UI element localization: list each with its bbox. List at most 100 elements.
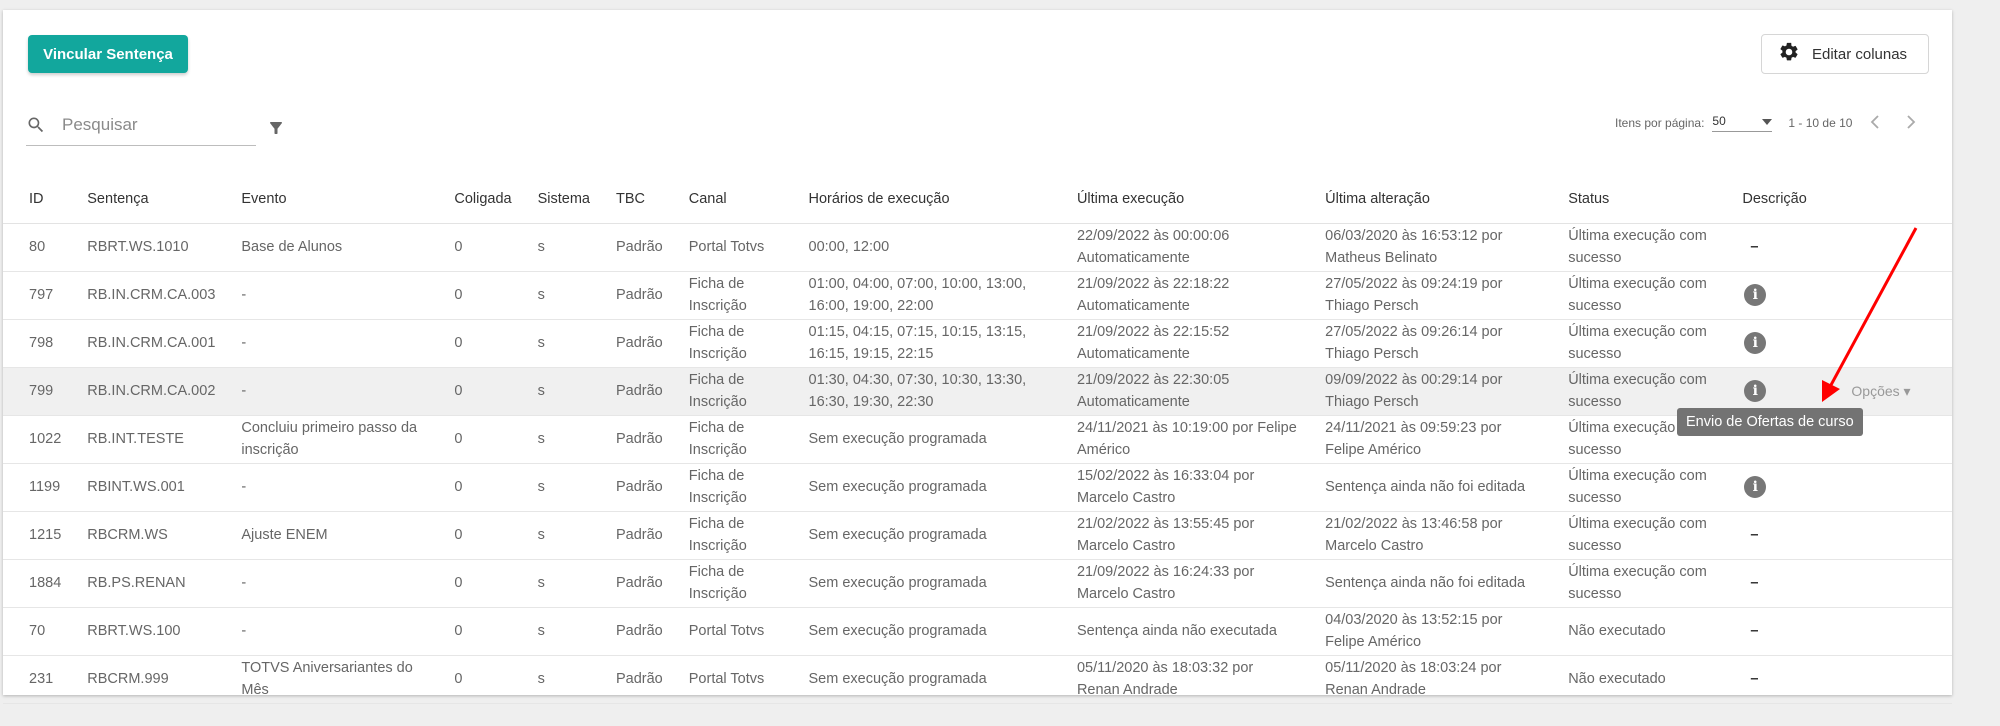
- cell-ultima-execucao: 21/09/2022 às 22:18:22 Automaticamente: [1050, 271, 1300, 320]
- info-icon[interactable]: i: [1744, 284, 1767, 306]
- cell-tbc: Padrão: [589, 271, 663, 320]
- column-header[interactable]: Descrição: [1716, 175, 1834, 224]
- cell-id: 797: [3, 271, 62, 320]
- cell-actions: [1833, 319, 1952, 368]
- cell-ultima-execucao: 21/09/2022 às 16:24:33 por Marcelo Castr…: [1050, 559, 1300, 608]
- table-row[interactable]: 1215 RBCRM.WS Ajuste ENEM 0 s Padrão Fic…: [3, 511, 1952, 560]
- search-field[interactable]: [26, 104, 256, 146]
- table-row[interactable]: 797 RB.IN.CRM.CA.003 - 0 s Padrão Ficha …: [3, 271, 1952, 320]
- cell-ultima-alteracao: 09/09/2022 às 00:29:14 por Thiago Persch: [1299, 367, 1543, 416]
- cell-ultima-alteracao: Sentença ainda não foi editada: [1299, 559, 1543, 608]
- table-row[interactable]: 1199 RBINT.WS.001 - 0 s Padrão Ficha de …: [3, 463, 1952, 512]
- cell-sentenca: RBINT.WS.001: [61, 463, 216, 512]
- page-range: 1 - 10 de 10: [1788, 116, 1853, 130]
- cell-sistema: s: [511, 511, 590, 560]
- cell-tbc: Padrão: [589, 607, 663, 656]
- cell-evento: Concluiu primeiro passo da inscrição: [215, 415, 429, 464]
- column-header[interactable]: Sentença: [61, 175, 216, 224]
- cell-id: 799: [3, 367, 62, 416]
- chevron-right-icon[interactable]: [1906, 114, 1916, 132]
- table-row[interactable]: 80 RBRT.WS.1010 Base de Alunos 0 s Padrã…: [3, 223, 1952, 272]
- table-row[interactable]: 231 RBCRM.999 TOTVS Aniversariantes do M…: [3, 655, 1952, 704]
- cell-status: Última execução com sucesso: [1542, 559, 1717, 608]
- cell-horarios: Sem execução programada: [782, 415, 1051, 464]
- cell-actions: [1833, 271, 1952, 320]
- empty-description-dash: –: [1750, 527, 1759, 543]
- sentences-table: ID Sentença Evento Coligada Sistema TBC …: [3, 175, 1952, 704]
- cell-status: Última execução com sucesso: [1542, 223, 1717, 272]
- sentences-card: Vincular Sentença Editar colunas Itens p…: [3, 10, 1952, 704]
- cell-horarios: Sem execução programada: [782, 559, 1051, 608]
- cell-evento: Base de Alunos: [215, 223, 429, 272]
- cell-coligada: 0: [428, 559, 512, 608]
- column-header[interactable]: Status: [1542, 175, 1717, 224]
- table-row[interactable]: 1022 RB.INT.TESTE Concluiu primeiro pass…: [3, 415, 1952, 464]
- cell-ultima-execucao: 21/02/2022 às 13:55:45 por Marcelo Castr…: [1050, 511, 1300, 560]
- cell-id: 80: [3, 223, 62, 272]
- search-input[interactable]: [58, 114, 248, 135]
- cell-tbc: Padrão: [589, 511, 663, 560]
- cell-sistema: s: [511, 655, 590, 704]
- cell-tbc: Padrão: [589, 367, 663, 416]
- cell-sistema: s: [511, 607, 590, 656]
- cell-sistema: s: [511, 415, 590, 464]
- cell-canal: Portal Totvs: [662, 607, 783, 656]
- column-header[interactable]: Horários de execução: [782, 175, 1051, 224]
- column-header[interactable]: Sistema: [511, 175, 590, 224]
- empty-description-dash: –: [1750, 575, 1759, 591]
- cell-tbc: Padrão: [589, 463, 663, 512]
- table-row-hovered[interactable]: 799 RB.IN.CRM.CA.002 - 0 s Padrão Ficha …: [3, 367, 1952, 416]
- cell-status: Não executado: [1542, 655, 1717, 704]
- column-header[interactable]: Última alteração: [1299, 175, 1543, 224]
- cell-descricao: –: [1716, 559, 1834, 608]
- filter-icon[interactable]: [267, 119, 285, 142]
- link-sentence-button[interactable]: Vincular Sentença: [28, 35, 188, 73]
- edit-columns-label: Editar colunas: [1812, 45, 1908, 63]
- cell-horarios: 01:30, 04:30, 07:30, 10:30, 13:30, 16:30…: [782, 367, 1051, 416]
- table-row[interactable]: 1884 RB.PS.RENAN - 0 s Padrão Ficha de I…: [3, 559, 1952, 608]
- cell-actions: [1833, 463, 1952, 512]
- column-header[interactable]: TBC: [589, 175, 663, 224]
- cell-actions: [1833, 511, 1952, 560]
- cell-ultima-execucao: 21/09/2022 às 22:30:05 Automaticamente: [1050, 367, 1300, 416]
- column-header[interactable]: Evento: [215, 175, 429, 224]
- cell-id: 1884: [3, 559, 62, 608]
- cell-actions: [1833, 223, 1952, 272]
- table-row[interactable]: 70 RBRT.WS.100 - 0 s Padrão Portal Totvs…: [3, 607, 1952, 656]
- info-icon[interactable]: i: [1744, 380, 1767, 402]
- cell-evento: -: [215, 607, 429, 656]
- empty-description-dash: –: [1750, 623, 1759, 639]
- table-row[interactable]: 798 RB.IN.CRM.CA.001 - 0 s Padrão Ficha …: [3, 319, 1952, 368]
- cell-coligada: 0: [428, 655, 512, 704]
- cell-evento: TOTVS Aniversariantes do Mês: [215, 655, 429, 704]
- cell-canal: Ficha de Inscrição: [662, 367, 783, 416]
- info-icon[interactable]: i: [1744, 476, 1767, 498]
- column-header[interactable]: Coligada: [428, 175, 512, 224]
- cell-ultima-alteracao: 06/03/2020 às 16:53:12 por Matheus Belin…: [1299, 223, 1543, 272]
- gear-icon: [1778, 41, 1800, 67]
- cell-tbc: Padrão: [589, 559, 663, 608]
- cell-sistema: s: [511, 319, 590, 368]
- cell-canal: Portal Totvs: [662, 655, 783, 704]
- options-menu[interactable]: Opções ▾: [1851, 383, 1910, 399]
- column-header[interactable]: Última execução: [1050, 175, 1300, 224]
- cell-ultima-execucao: 24/11/2021 às 10:19:00 por Felipe Améric…: [1050, 415, 1300, 464]
- cell-sistema: s: [511, 463, 590, 512]
- chevron-left-icon[interactable]: [1870, 114, 1880, 132]
- cell-ultima-execucao: 05/11/2020 às 18:03:32 por Renan Andrade: [1050, 655, 1300, 704]
- edit-columns-button[interactable]: Editar colunas: [1761, 34, 1929, 74]
- cell-sentenca: RB.IN.CRM.CA.002: [61, 367, 216, 416]
- cell-sentenca: RBRT.WS.1010: [61, 223, 216, 272]
- items-per-page-value: 50: [1712, 114, 1726, 128]
- column-header[interactable]: Canal: [662, 175, 783, 224]
- cell-descricao: i: [1716, 463, 1834, 512]
- cell-id: 70: [3, 607, 62, 656]
- cell-canal: Portal Totvs: [662, 223, 783, 272]
- cell-horarios: 01:00, 04:00, 07:00, 10:00, 13:00, 16:00…: [782, 271, 1051, 320]
- empty-description-dash: –: [1750, 239, 1759, 255]
- items-per-page-select[interactable]: 50: [1712, 114, 1773, 132]
- cell-tbc: Padrão: [589, 655, 663, 704]
- cell-coligada: 0: [428, 415, 512, 464]
- info-icon[interactable]: i: [1744, 332, 1767, 354]
- column-header[interactable]: ID: [3, 175, 62, 224]
